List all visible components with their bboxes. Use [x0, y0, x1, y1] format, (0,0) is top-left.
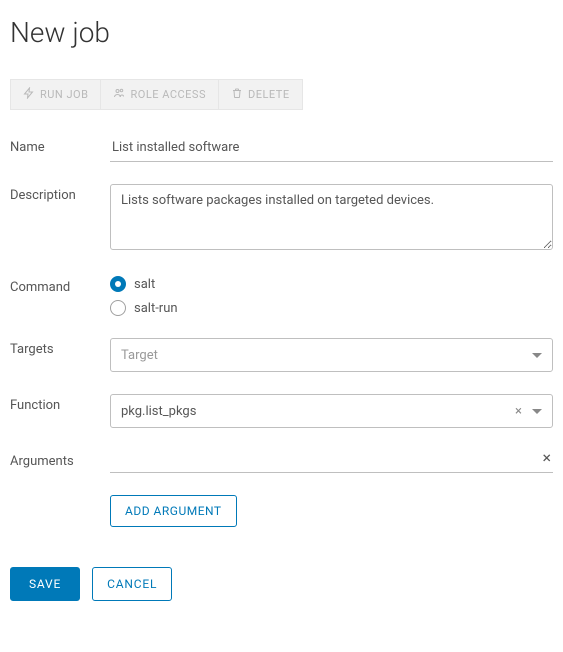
page-title: New job — [10, 16, 553, 49]
clear-function-icon[interactable]: × — [515, 405, 522, 418]
role-access-button[interactable]: ROLE ACCESS — [101, 79, 219, 110]
name-input[interactable] — [110, 136, 553, 162]
cancel-button[interactable]: CANCEL — [92, 567, 172, 601]
radio-label: salt — [134, 277, 155, 292]
chevron-down-icon — [532, 409, 542, 414]
name-label: Name — [10, 136, 110, 155]
targets-select[interactable]: Target — [110, 338, 553, 372]
function-select[interactable]: pkg.list_pkgs × — [110, 394, 553, 428]
run-job-label: RUN JOB — [40, 88, 88, 101]
delete-button[interactable]: DELETE — [219, 79, 303, 110]
save-button[interactable]: SAVE — [10, 567, 80, 601]
run-icon — [23, 87, 35, 102]
argument-row[interactable]: × — [110, 450, 553, 473]
function-label: Function — [10, 394, 110, 413]
footer-actions: SAVE CANCEL — [10, 567, 553, 601]
function-value: pkg.list_pkgs — [121, 404, 196, 419]
chevron-down-icon — [532, 353, 542, 358]
description-textarea[interactable]: Lists software packages installed on tar… — [110, 184, 553, 250]
command-option-salt[interactable]: salt — [110, 276, 553, 292]
role-access-label: ROLE ACCESS — [130, 88, 206, 101]
arguments-label: Arguments — [10, 450, 110, 469]
add-argument-button[interactable]: ADD ARGUMENT — [110, 495, 237, 527]
trash-icon — [231, 87, 243, 102]
action-toolbar: RUN JOB ROLE ACCESS DELETE — [10, 79, 553, 110]
targets-placeholder: Target — [121, 348, 158, 363]
targets-label: Targets — [10, 338, 110, 357]
command-label: Command — [10, 276, 110, 295]
remove-argument-icon[interactable]: × — [542, 450, 551, 466]
radio-label: salt-run — [134, 301, 178, 316]
description-label: Description — [10, 184, 110, 203]
radio-icon — [110, 276, 126, 292]
command-radio-group: salt salt-run — [110, 276, 553, 316]
roles-icon — [113, 87, 125, 102]
delete-label: DELETE — [248, 88, 290, 101]
command-option-salt-run[interactable]: salt-run — [110, 300, 553, 316]
run-job-button[interactable]: RUN JOB — [10, 79, 101, 110]
radio-icon — [110, 300, 126, 316]
